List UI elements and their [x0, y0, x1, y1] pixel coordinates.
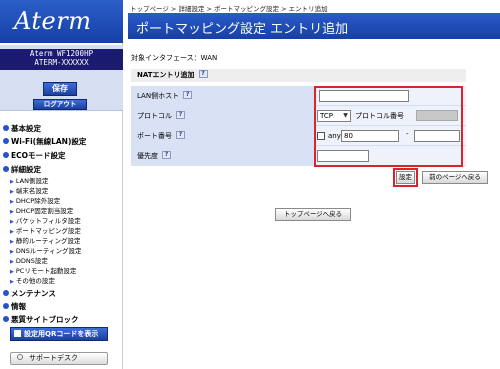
back-button[interactable]: 前のページへ戻る	[422, 171, 488, 184]
row-label: プロトコル?	[131, 106, 314, 126]
help-icon[interactable]: ?	[198, 70, 208, 78]
show-qr-code-button[interactable]: 設定用QRコードを表示	[10, 327, 108, 341]
sidebar-item-other-settings[interactable]: ▶ その他の設定	[10, 275, 55, 285]
sidebar-item-ddns[interactable]: ▶ DDNS設定	[10, 255, 48, 265]
bullet-icon	[3, 316, 9, 322]
highlight-frame	[314, 86, 463, 167]
page-title: ポートマッピング設定 エントリ追加	[136, 22, 349, 37]
qr-icon	[14, 329, 21, 337]
sidebar-item-static-routing[interactable]: ▶ 静的ルーティング設定	[10, 235, 80, 245]
title-bar: ポートマッピング設定 エントリ追加	[128, 13, 500, 39]
sidebar: Aterm Aterm WF1200HP ATERM-XXXXXX 保存 ログア…	[0, 0, 123, 369]
nav-wifi-settings[interactable]: Wi-Fi(無線LAN)設定	[3, 136, 86, 147]
logout-button[interactable]: ログアウト	[33, 99, 87, 110]
help-icon[interactable]: ?	[162, 151, 171, 159]
help-icon[interactable]: ?	[176, 111, 185, 119]
sidebar-item-dhcp-fixed[interactable]: ▶ DHCP固定割当設定	[10, 205, 73, 215]
sidebar-item-dhcp-exclude[interactable]: ▶ DHCP除外設定	[10, 195, 60, 205]
nav-detail-settings[interactable]: 詳細設定	[3, 164, 41, 175]
bullet-icon	[3, 138, 9, 144]
nav-malicious-site-block[interactable]: 悪質サイトブロック	[3, 314, 79, 325]
row-label: LAN側ホスト?	[131, 86, 314, 106]
bullet-icon	[3, 303, 9, 309]
set-button[interactable]: 設定	[396, 171, 415, 184]
bullet-icon	[3, 152, 9, 158]
bullet-icon	[3, 125, 9, 131]
nav-maintenance[interactable]: メンテナンス	[3, 288, 56, 299]
row-label: ポート番号?	[131, 126, 314, 146]
nav-eco-mode[interactable]: ECOモード設定	[3, 150, 66, 161]
help-icon[interactable]: ?	[176, 131, 185, 139]
sidebar-item-pc-remote-wake[interactable]: ▶ PCリモート起動設定	[10, 265, 76, 275]
aterm-logo: Aterm	[14, 7, 92, 35]
device-panel: Aterm WF1200HP ATERM-XXXXXX 保存 ログアウト	[0, 45, 123, 111]
sidebar-item-dns-routing[interactable]: ▶ DNSルーティング設定	[10, 245, 81, 255]
circle-icon	[17, 354, 23, 360]
device-id: ATERM-XXXXXX	[0, 58, 123, 70]
sidebar-item-terminal-name[interactable]: ▶ 端末名設定	[10, 185, 48, 195]
help-icon[interactable]: ?	[183, 91, 193, 99]
interface-label: 対象インタフェース：WAN	[131, 54, 218, 62]
sidebar-item-lan[interactable]: ▶ LAN側設定	[10, 175, 48, 185]
breadcrumb: トップページ > 詳細設定 > ポートマッピング設定 > エントリ追加	[130, 5, 328, 13]
back-to-top-button[interactable]: トップページへ戻る	[275, 208, 351, 221]
nav-info[interactable]: 情報	[3, 301, 26, 312]
row-label: 優先度?	[131, 146, 314, 166]
sidebar-item-packet-filter[interactable]: ▶ パケットフィルタ設定	[10, 215, 81, 225]
save-button[interactable]: 保存	[43, 82, 77, 96]
nav-basic-settings[interactable]: 基本設定	[3, 123, 41, 134]
support-desk-button[interactable]: サポートデスク	[10, 352, 108, 365]
bullet-icon	[3, 290, 9, 296]
sidebar-item-port-mapping[interactable]: ▶ ポートマッピング設定	[10, 225, 81, 235]
logo-area: Aterm	[0, 0, 123, 43]
arrow-icon: ▶	[10, 279, 14, 285]
bullet-icon	[3, 166, 9, 172]
nat-section-heading: NATエントリ追加?	[131, 69, 466, 82]
